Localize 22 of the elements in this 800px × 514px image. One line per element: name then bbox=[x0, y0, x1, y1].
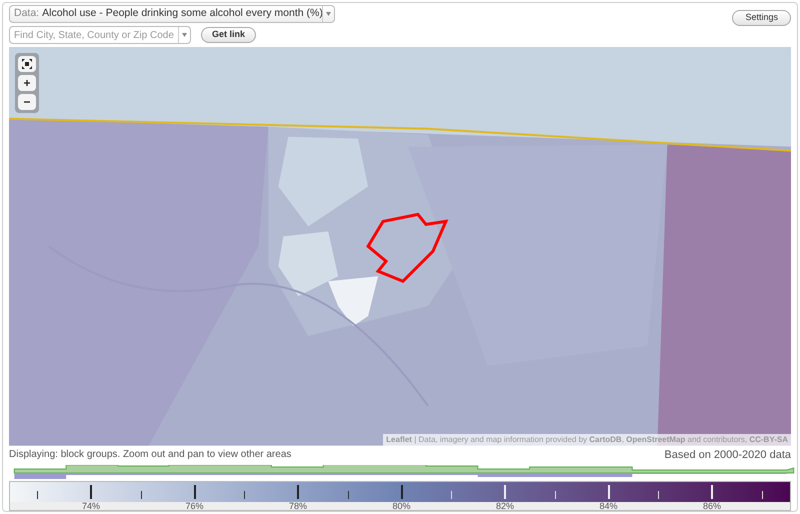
search-field[interactable]: Find City, State, County or Zip Code bbox=[9, 26, 191, 44]
get-link-button[interactable]: Get link bbox=[201, 27, 256, 43]
legend-label: 74% bbox=[82, 500, 100, 514]
legend-label: 76% bbox=[186, 500, 204, 514]
data-range-note: Based on 2000-2020 data bbox=[664, 448, 791, 463]
legend-label: 78% bbox=[289, 500, 307, 514]
zoom-in-button[interactable]: + bbox=[18, 75, 36, 91]
settings-button[interactable]: Settings bbox=[732, 10, 791, 26]
legend-label: 86% bbox=[703, 500, 721, 514]
map-attribution: Leaflet | Data, imagery and map information provided by CartoDB, OpenStreetMap and contributors, CC-BY-SA bbox=[383, 434, 791, 446]
data-label: Data: bbox=[14, 6, 40, 22]
displaying-note: Displaying: block groups. Zoom out and pan to view other areas bbox=[9, 448, 292, 462]
zoom-out-button[interactable]: − bbox=[18, 94, 36, 110]
data-select[interactable]: Data: Alcohol use - People drinking some alcohol every month (%) bbox=[9, 5, 335, 23]
legend-label: 80% bbox=[392, 500, 410, 514]
legend-label: 84% bbox=[600, 500, 618, 514]
data-value: Alcohol use - People drinking some alcohol every month (%) bbox=[42, 6, 323, 22]
caret-icon bbox=[326, 12, 331, 16]
caret-icon bbox=[182, 33, 187, 37]
fullscreen-button[interactable] bbox=[18, 56, 36, 72]
fullscreen-icon bbox=[22, 59, 32, 69]
legend-label: 82% bbox=[496, 500, 514, 514]
